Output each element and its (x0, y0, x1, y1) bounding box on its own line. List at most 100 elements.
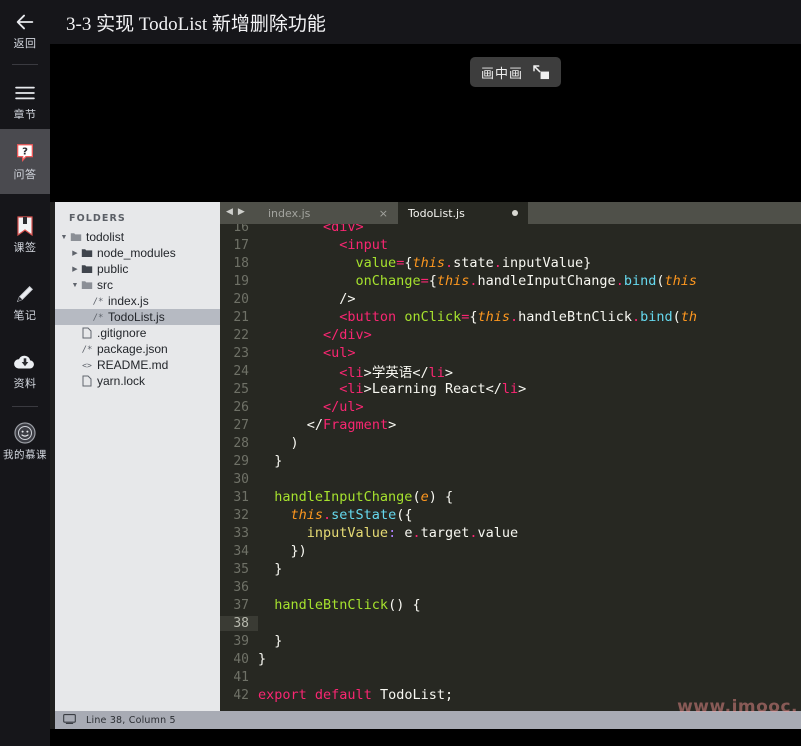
code-line[interactable]: 25 <li>Learning React</li> (220, 380, 801, 398)
code-line[interactable]: 20 /> (220, 290, 801, 308)
sidebar-item-qa[interactable]: ? 问答 (0, 129, 50, 194)
close-icon[interactable]: × (379, 207, 388, 220)
file-tree-panel[interactable]: FOLDERS ▼ todolist ▶ node_modules ▶ public ▼ sr… (55, 202, 220, 711)
file-tree-row[interactable]: /* package.json (55, 341, 220, 357)
code-text: value={this.state.inputValue} (355, 255, 592, 271)
file-tree-row[interactable]: ▶ node_modules (55, 245, 220, 261)
line-number: 36 (233, 579, 249, 595)
rail-divider-bottom (12, 406, 38, 407)
code-line[interactable]: 22 </div> (220, 326, 801, 344)
code-line[interactable]: 32 this.setState({ (220, 506, 801, 524)
code-text: <input (339, 237, 389, 253)
line-number: 24 (233, 363, 249, 379)
console-icon[interactable] (63, 711, 76, 729)
sidebar-item-chapters[interactable]: 章节 (0, 73, 50, 129)
code-lines[interactable]: 16 <div> 17 <input 18 value={this.state.in… (220, 224, 801, 704)
code-line[interactable]: 37 handleBtnClick() { (220, 596, 801, 614)
app-root: 返回 章节 ? 问答 课签 笔记 资料 我的慕课 3-3 实现 TodoList… (0, 0, 801, 746)
code-editor[interactable]: ◀ ▶ index.js × TodoList.js 16 <div> 17 <… (220, 202, 801, 711)
code-text: </Fragment> (306, 417, 397, 433)
code-line[interactable]: 30 (220, 470, 801, 488)
download-cloud-icon (13, 350, 37, 374)
tab-nav-arrows[interactable]: ◀ ▶ (226, 206, 245, 217)
tab-prev-icon[interactable]: ◀ (226, 206, 233, 217)
code-text: } (258, 651, 267, 667)
code-line[interactable]: 36 (220, 578, 801, 596)
file-tree[interactable]: ▼ todolist ▶ node_modules ▶ public ▼ src /* index… (55, 229, 220, 389)
file-tree-row[interactable]: /* TodoList.js (55, 309, 220, 325)
code-line[interactable]: 21 <button onClick={this.handleBtnClick.… (220, 308, 801, 326)
line-number: 34 (233, 543, 249, 559)
watermark: www.imooc. (677, 697, 798, 717)
line-number: 18 (233, 255, 249, 271)
menu-icon (13, 81, 37, 105)
tab-todolist-js[interactable]: TodoList.js (398, 202, 528, 224)
tab-label: index.js (268, 206, 311, 220)
file-tree-row[interactable]: ▶ public (55, 261, 220, 277)
line-number: 31 (233, 489, 249, 505)
code-line[interactable]: 18 value={this.state.inputValue} (220, 254, 801, 272)
code-text: <li>学英语</li> (339, 365, 453, 381)
line-number: 32 (233, 507, 249, 523)
screencast-editor[interactable]: FOLDERS ▼ todolist ▶ node_modules ▶ public ▼ sr… (50, 202, 801, 729)
file-name: src (97, 278, 113, 292)
code-line[interactable]: 40} (220, 650, 801, 668)
code-text: <ul> (323, 345, 356, 361)
code-line[interactable]: 19 onChange={this.handleInputChange.bind… (220, 272, 801, 290)
code-line[interactable]: 28 ) (220, 434, 801, 452)
code-text: handleBtnClick() { (274, 597, 421, 613)
line-number: 27 (233, 417, 249, 433)
code-text: } (258, 561, 283, 577)
line-number: 23 (233, 345, 249, 361)
sidebar-item-my-imooc[interactable]: 我的慕课 (0, 413, 50, 469)
svg-text:/*: /* (93, 297, 104, 307)
chevron-down-icon[interactable]: ▼ (70, 282, 80, 289)
arrow-left-icon (13, 10, 37, 34)
file-tree-row[interactable]: <> README.md (55, 357, 220, 373)
code-line[interactable]: 16 <div> (220, 224, 801, 236)
line-number: 42 (233, 687, 249, 703)
file-tree-row[interactable]: ▼ todolist (55, 229, 220, 245)
code-line[interactable]: 38 (220, 614, 801, 632)
line-number: 26 (233, 399, 249, 415)
code-text: } (258, 453, 283, 469)
file-tree-row[interactable]: /* index.js (55, 293, 220, 309)
line-number: 16 (233, 224, 249, 235)
code-line[interactable]: 33 inputValue: e.target.value (220, 524, 801, 542)
title-bar: 3-3 实现 TodoList 新增删除功能 (50, 0, 801, 44)
page-title: 3-3 实现 TodoList 新增删除功能 (66, 13, 326, 35)
sidebar-item-notes[interactable]: 笔记 (0, 274, 50, 330)
code-line[interactable]: 41 (220, 668, 801, 686)
code-line[interactable]: 31 handleInputChange(e) { (220, 488, 801, 506)
code-line[interactable]: 23 <ul> (220, 344, 801, 362)
file-name: .gitignore (97, 326, 147, 340)
chevron-right-icon[interactable]: ▶ (70, 249, 80, 257)
code-line[interactable]: 29 } (220, 452, 801, 470)
code-line[interactable]: 34 }) (220, 542, 801, 560)
tab-next-icon[interactable]: ▶ (238, 206, 245, 217)
file-tree-row[interactable]: .gitignore (55, 325, 220, 341)
svg-text:<>: <> (82, 361, 92, 370)
line-number: 17 (233, 237, 249, 253)
sidebar-item-materials[interactable]: 资料 (0, 342, 50, 398)
code-line[interactable]: 35 } (220, 560, 801, 578)
line-number: 39 (233, 633, 249, 649)
file-name: index.js (108, 294, 149, 308)
cursor-position-status: Line 38, Column 5 (86, 714, 176, 726)
code-line[interactable]: 27 </Fragment> (220, 416, 801, 434)
chevron-down-icon[interactable]: ▼ (59, 234, 69, 241)
code-line[interactable]: 26 </ul> (220, 398, 801, 416)
file-tree-row[interactable]: yarn.lock (55, 373, 220, 389)
code-line[interactable]: 17 <input (220, 236, 801, 254)
picture-in-picture-icon (533, 64, 550, 80)
file-tree-row[interactable]: ▼ src (55, 277, 220, 293)
tab-index-js[interactable]: index.js × (258, 202, 398, 224)
code-line[interactable]: 24 <li>学英语</li> (220, 362, 801, 382)
video-stage[interactable]: 画中画 FOLDERS ▼ todolist ▶ node_modules ▶ publi… (50, 44, 801, 746)
sidebar-item-bookmark[interactable]: 课签 (0, 206, 50, 262)
code-area[interactable]: 16 <div> 17 <input 18 value={this.state.in… (220, 224, 801, 711)
back-button[interactable]: 返回 (0, 0, 50, 58)
chevron-right-icon[interactable]: ▶ (70, 265, 80, 273)
code-line[interactable]: 39 } (220, 632, 801, 650)
picture-in-picture-button[interactable]: 画中画 (470, 57, 562, 87)
